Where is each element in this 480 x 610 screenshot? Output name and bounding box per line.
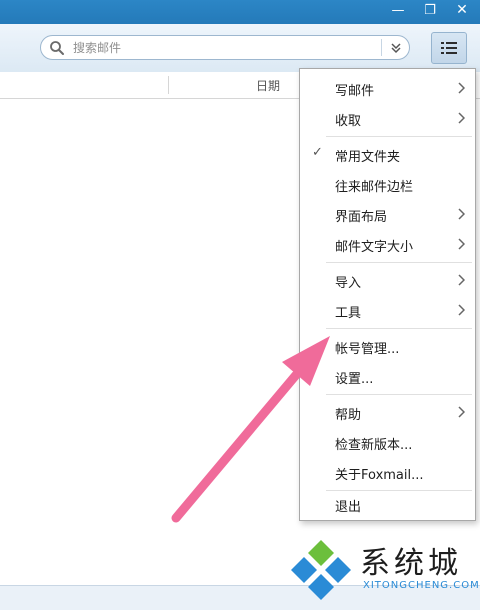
- submenu-arrow-icon: [458, 304, 465, 316]
- toolbar: [0, 24, 480, 73]
- search-input[interactable]: [73, 39, 373, 56]
- menu-separator: [326, 136, 472, 137]
- double-chevron-down-icon: [391, 42, 401, 53]
- watermark-subtitle: XITONGCHENG.COM: [363, 580, 480, 591]
- close-button[interactable]: ✕: [448, 0, 476, 20]
- restore-button[interactable]: ❐: [416, 0, 444, 20]
- menu-separator: [326, 328, 472, 329]
- menu-separator: [326, 394, 472, 395]
- minimize-button[interactable]: —: [384, 0, 412, 20]
- search-options-button[interactable]: [386, 39, 406, 56]
- watermark-logo-icon: [291, 540, 351, 600]
- watermark: 系统城 XITONGCHENG.COM: [286, 534, 480, 604]
- menu-item-label: 界面布局: [335, 210, 388, 225]
- menu-item-label: 邮件文字大小: [335, 240, 414, 255]
- menu-item-label: 常用文件夹: [335, 150, 401, 165]
- column-date[interactable]: 日期: [256, 77, 280, 94]
- search-box: [40, 35, 410, 60]
- menu-item-common-folders[interactable]: ✓ 常用文件夹: [300, 139, 475, 169]
- search-icon: [50, 41, 64, 55]
- menu-list-icon: [441, 42, 457, 54]
- menu-item-tools[interactable]: 工具: [300, 295, 475, 325]
- menu-separator: [326, 262, 472, 263]
- main-menu-button[interactable]: [431, 32, 467, 64]
- column-divider[interactable]: [168, 76, 169, 94]
- restore-icon: ❐: [424, 2, 436, 18]
- submenu-arrow-icon: [458, 208, 465, 220]
- search-divider: [381, 39, 382, 56]
- menu-item-receive[interactable]: 收取: [300, 103, 475, 133]
- menu-item-label: 收取: [335, 114, 362, 129]
- menu-item-layout[interactable]: 界面布局: [300, 199, 475, 229]
- submenu-arrow-icon: [458, 112, 465, 124]
- menu-item-help[interactable]: 帮助: [300, 397, 475, 427]
- submenu-arrow-icon: [458, 406, 465, 418]
- main-dropdown-menu: 写邮件 收取 ✓ 常用文件夹 往来邮件边栏 界面布局 邮件文字大小 导入 工具 …: [299, 68, 476, 521]
- menu-item-account-management[interactable]: 帐号管理...: [300, 331, 475, 361]
- menu-item-label: 关于Foxmail...: [335, 468, 424, 483]
- menu-item-label: 帐号管理...: [335, 342, 400, 357]
- menu-item-label: 帮助: [335, 408, 362, 423]
- menu-item-check-updates[interactable]: 检查新版本...: [300, 427, 475, 457]
- menu-item-compose[interactable]: 写邮件: [300, 73, 475, 103]
- menu-item-label: 设置...: [335, 372, 374, 387]
- menu-item-label: 工具: [335, 306, 362, 321]
- menu-item-label: 往来邮件边栏: [335, 180, 414, 195]
- watermark-title: 系统城: [360, 546, 462, 581]
- menu-item-label: 写邮件: [335, 84, 375, 99]
- submenu-arrow-icon: [458, 238, 465, 250]
- menu-item-about[interactable]: 关于Foxmail...: [300, 457, 475, 487]
- menu-item-settings[interactable]: 设置...: [300, 361, 475, 391]
- menu-item-label: 检查新版本...: [335, 438, 413, 453]
- menu-item-label: 导入: [335, 276, 362, 291]
- check-icon: ✓: [312, 145, 323, 160]
- submenu-arrow-icon: [458, 82, 465, 94]
- close-icon: ✕: [456, 2, 468, 18]
- title-bar: — ❐ ✕: [0, 0, 480, 24]
- menu-item-exit[interactable]: 退出: [300, 489, 475, 519]
- menu-item-correspondence-sidebar[interactable]: 往来邮件边栏: [300, 169, 475, 199]
- menu-item-import[interactable]: 导入: [300, 265, 475, 295]
- minimize-icon: —: [391, 2, 405, 18]
- menu-item-text-size[interactable]: 邮件文字大小: [300, 229, 475, 259]
- submenu-arrow-icon: [458, 274, 465, 286]
- menu-item-label: 退出: [335, 500, 362, 515]
